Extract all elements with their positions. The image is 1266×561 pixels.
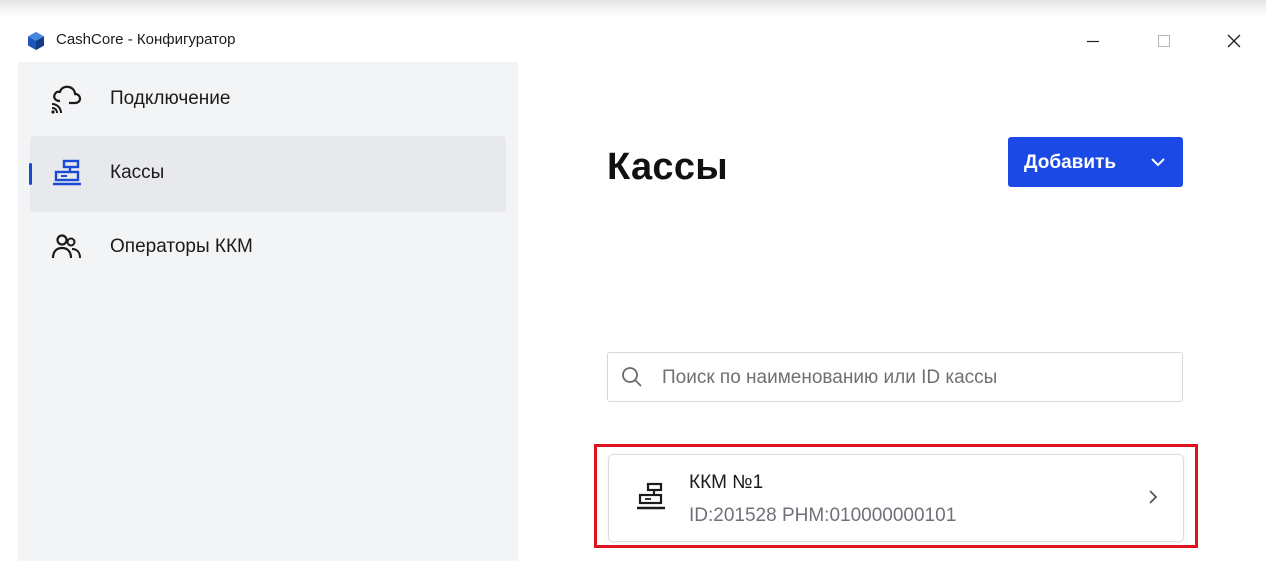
cloud-wifi-icon: [50, 84, 84, 114]
maximize-icon: [1158, 35, 1170, 47]
search-icon: [620, 365, 644, 389]
active-indicator: [29, 163, 32, 185]
app-window: CashCore - Конфигуратор Подключение Касс…: [18, 18, 1266, 561]
cash-register-icon: [635, 481, 667, 513]
register-name: ККМ №1: [689, 472, 764, 493]
cash-register-icon: [50, 158, 84, 188]
sidebar-item-label: Подключение: [110, 88, 231, 109]
sidebar-item-connection[interactable]: Подключение: [30, 62, 506, 138]
title-bar: CashCore - Конфигуратор: [18, 18, 1266, 62]
close-icon: [1227, 34, 1241, 48]
app-logo-icon: [26, 31, 46, 51]
page-title: Кассы: [607, 146, 729, 188]
search-box[interactable]: [607, 352, 1183, 402]
window-title: CashCore - Конфигуратор: [56, 31, 236, 48]
chevron-down-icon[interactable]: [1150, 154, 1166, 170]
register-card[interactable]: ККМ №1 ID:201528 РНМ:010000000101: [608, 454, 1184, 542]
sidebar-item-label: Кассы: [110, 162, 165, 183]
sidebar-item-label: Операторы ККМ: [110, 236, 253, 257]
users-icon: [50, 232, 84, 262]
sidebar: Подключение Кассы Операторы ККМ: [18, 62, 518, 561]
minimize-icon: [1087, 40, 1099, 43]
add-button[interactable]: Добавить: [1008, 137, 1183, 187]
register-meta: ID:201528 РНМ:010000000101: [689, 505, 957, 526]
maximize-button[interactable]: [1144, 26, 1184, 56]
sidebar-item-registers[interactable]: Кассы: [29, 136, 506, 212]
add-button-label: Добавить: [1024, 152, 1117, 173]
screenshot-shadow: [0, 0, 1266, 18]
chevron-right-icon: [1145, 487, 1161, 507]
minimize-button[interactable]: [1073, 26, 1113, 56]
sidebar-item-operators[interactable]: Операторы ККМ: [30, 210, 506, 286]
search-input[interactable]: [660, 359, 1174, 397]
close-button[interactable]: [1214, 26, 1254, 56]
